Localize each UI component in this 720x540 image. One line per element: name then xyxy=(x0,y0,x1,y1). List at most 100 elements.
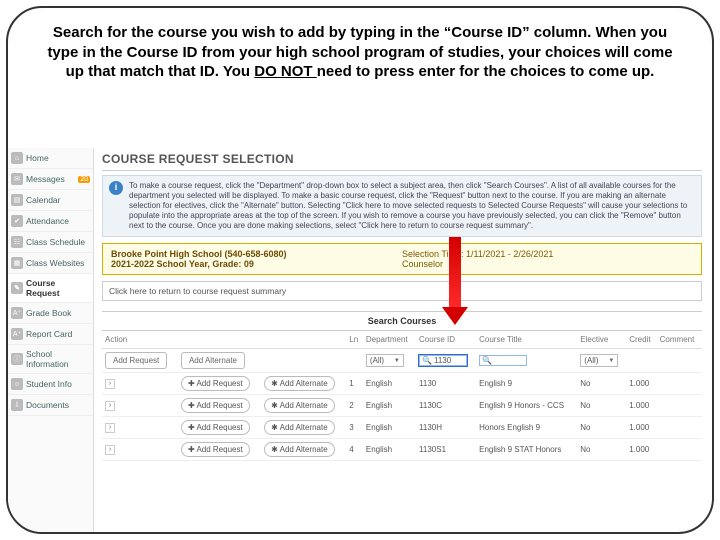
cell-elective: No xyxy=(577,417,626,439)
messages-badge: 20 xyxy=(78,176,90,183)
red-arrow-annotation xyxy=(442,237,468,332)
add-alternate-button[interactable]: ✱ Add Alternate xyxy=(264,398,335,413)
sidebar: ⌂ Home ✉ Messages 20 ▤ Calendar ✔ Attend… xyxy=(8,148,94,532)
cell-course-id: 1130 xyxy=(416,373,476,395)
col-course-title[interactable]: Course Title xyxy=(476,331,577,349)
search-icon: 🔍 xyxy=(422,356,432,365)
sidebar-item-attendance[interactable]: ✔ Attendance xyxy=(8,211,93,232)
col-elective[interactable]: Elective xyxy=(577,331,626,349)
add-request-header-button[interactable]: Add Request xyxy=(105,352,167,369)
add-alternate-button[interactable]: ✱ Add Alternate xyxy=(264,376,335,391)
cell-credit: 1.000 xyxy=(626,373,656,395)
school-year-panel: Brooke Point High School (540-658-6080) … xyxy=(102,243,702,275)
info-text: To make a course request, click the "Dep… xyxy=(129,181,695,231)
sidebar-label: Calendar xyxy=(26,195,61,205)
sidebar-label: School Information xyxy=(26,349,90,369)
table-row: ›✚ Add Request✱ Add Alternate2English113… xyxy=(102,395,702,417)
col-action[interactable]: Action xyxy=(102,331,261,349)
sidebar-item-grade-book[interactable]: A⁺ Grade Book xyxy=(8,303,93,324)
add-request-button[interactable]: ✚ Add Request xyxy=(181,420,250,435)
sidebar-label: Class Websites xyxy=(26,258,84,268)
cell-ln: 1 xyxy=(346,373,363,395)
sidebar-label: Student Info xyxy=(26,379,72,389)
sidebar-item-documents[interactable]: ⇩ Documents xyxy=(8,395,93,416)
course-grid: Action Ln Department Course ID Course Ti… xyxy=(102,331,702,461)
sidebar-label: Report Card xyxy=(26,329,72,339)
gradebook-icon: A⁺ xyxy=(11,307,23,319)
calendar-icon: ▤ xyxy=(11,194,23,206)
cell-course-title: English 9 STAT Honors xyxy=(476,439,577,461)
sidebar-label: Attendance xyxy=(26,216,69,226)
col-credit[interactable]: Credit xyxy=(626,331,656,349)
sidebar-item-home[interactable]: ⌂ Home xyxy=(8,148,93,169)
cell-course-title: Honors English 9 xyxy=(476,417,577,439)
info-icon: i xyxy=(109,181,123,195)
course-title-filter[interactable]: 🔍 xyxy=(479,355,527,366)
sidebar-label: Grade Book xyxy=(26,308,71,318)
school-year: 2021-2022 School Year, Grade: 09 xyxy=(111,259,254,269)
sidebar-item-messages[interactable]: ✉ Messages 20 xyxy=(8,169,93,190)
cell-department: English xyxy=(363,395,416,417)
sidebar-label: Messages xyxy=(26,174,65,184)
cell-department: English xyxy=(363,439,416,461)
sidebar-item-class-schedule[interactable]: ☷ Class Schedule xyxy=(8,232,93,253)
col-ln[interactable]: Ln xyxy=(346,331,363,349)
sidebar-item-calendar[interactable]: ▤ Calendar xyxy=(8,190,93,211)
sidebar-label: Documents xyxy=(26,400,69,410)
cell-credit: 1.000 xyxy=(626,439,656,461)
sidebar-item-class-websites[interactable]: ▦ Class Websites xyxy=(8,253,93,274)
home-icon: ⌂ xyxy=(11,152,23,164)
department-filter[interactable]: (All) xyxy=(366,354,404,367)
reportcard-icon: A⁺ xyxy=(11,328,23,340)
school-info-icon: ⓘ xyxy=(11,353,23,365)
sidebar-item-course-request[interactable]: ✎ Course Request xyxy=(8,274,93,303)
cell-course-id: 1130C xyxy=(416,395,476,417)
documents-icon: ⇩ xyxy=(11,399,23,411)
cell-comment xyxy=(657,373,702,395)
cell-ln: 4 xyxy=(346,439,363,461)
expand-row-icon[interactable]: › xyxy=(105,401,115,411)
sidebar-item-report-card[interactable]: A⁺ Report Card xyxy=(8,324,93,345)
cell-department: English xyxy=(363,373,416,395)
expand-row-icon[interactable]: › xyxy=(105,423,115,433)
main-content: COURSE REQUEST SELECTION i To make a cou… xyxy=(94,148,712,532)
col-comment[interactable]: Comment xyxy=(657,331,702,349)
add-request-button[interactable]: ✚ Add Request xyxy=(181,398,250,413)
add-request-button[interactable]: ✚ Add Request xyxy=(181,376,250,391)
schedule-icon: ☷ xyxy=(11,236,23,248)
cell-department: English xyxy=(363,417,416,439)
cell-comment xyxy=(657,439,702,461)
cell-course-id: 1130H xyxy=(416,417,476,439)
search-courses-header: Search Courses xyxy=(102,311,702,331)
add-alternate-button[interactable]: ✱ Add Alternate xyxy=(264,442,335,457)
add-alternate-button[interactable]: ✱ Add Alternate xyxy=(264,420,335,435)
col-department[interactable]: Department xyxy=(363,331,416,349)
cell-comment xyxy=(657,395,702,417)
mail-icon: ✉ xyxy=(11,173,23,185)
cell-credit: 1.000 xyxy=(626,395,656,417)
page-title: COURSE REQUEST SELECTION xyxy=(102,148,702,168)
expand-row-icon[interactable]: › xyxy=(105,379,115,389)
add-alternate-header-button[interactable]: Add Alternate xyxy=(181,352,245,369)
table-row: › ✚ Add Request ✱ Add Alternate 4English113… xyxy=(102,439,702,461)
return-summary-link[interactable]: Click here to return to course request s… xyxy=(102,281,702,301)
course-id-filter[interactable]: 🔍1130 xyxy=(419,355,467,366)
school-name: Brooke Point High School (540-658-6080) xyxy=(111,249,287,259)
expand-row-icon[interactable]: › xyxy=(105,445,115,455)
cell-elective: No xyxy=(577,373,626,395)
sidebar-item-school-information[interactable]: ⓘ School Information xyxy=(8,345,93,374)
elective-filter[interactable]: (All) xyxy=(580,354,618,367)
add-request-button[interactable]: ✚ Add Request xyxy=(181,442,250,457)
col-course-id[interactable]: Course ID xyxy=(416,331,476,349)
course-request-icon: ✎ xyxy=(11,282,23,294)
cell-elective: No xyxy=(577,439,626,461)
instruction-do-not: DO NOT xyxy=(254,63,317,80)
table-row: › ✚ Add Request ✱ Add Alternate 1English113… xyxy=(102,373,702,395)
cell-course-id: 1130S1 xyxy=(416,439,476,461)
sidebar-label: Class Schedule xyxy=(26,237,85,247)
selection-time: Selection Time: 1/11/2021 - 2/26/2021 xyxy=(402,249,553,259)
counselor-label: Counselor xyxy=(402,259,443,269)
sidebar-item-student-info[interactable]: ☺ Student Info xyxy=(8,374,93,395)
instruction-part2: need to press enter for the choices to c… xyxy=(317,63,655,80)
attendance-icon: ✔ xyxy=(11,215,23,227)
